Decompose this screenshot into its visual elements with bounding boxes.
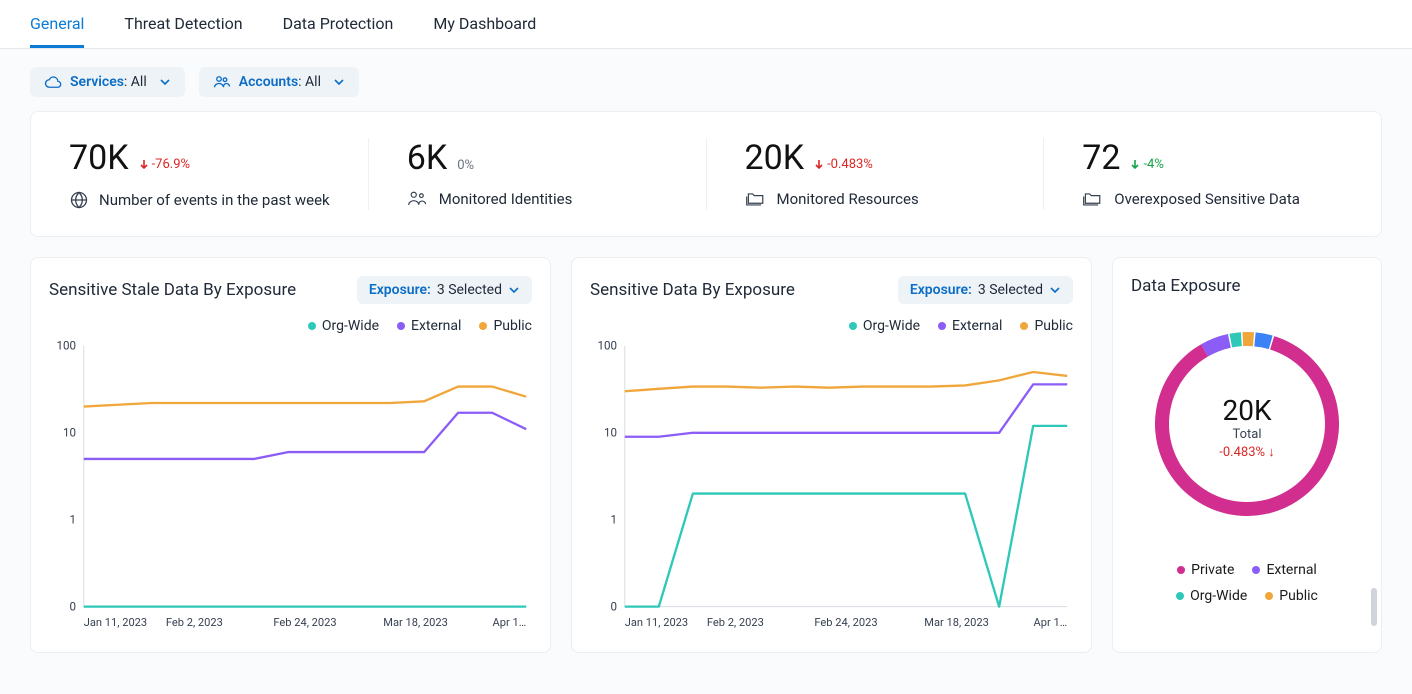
svg-text:Feb 24, 2023: Feb 24, 2023 bbox=[273, 616, 336, 629]
panel-sensitive-stale-title: Sensitive Stale Data By Exposure bbox=[49, 280, 296, 300]
filter-accounts[interactable]: Accounts: All bbox=[199, 67, 359, 97]
svg-text:0: 0 bbox=[611, 599, 618, 613]
kpi-events-delta: -76.9% bbox=[139, 157, 190, 172]
tab-bar: General Threat Detection Data Protection… bbox=[0, 0, 1412, 49]
folders-icon bbox=[745, 190, 767, 208]
identities-icon bbox=[407, 190, 429, 208]
panel-data-exposure-title: Data Exposure bbox=[1131, 276, 1363, 296]
svg-text:Apr 1…: Apr 1… bbox=[493, 616, 527, 629]
kpi-identities-label: Monitored Identities bbox=[439, 190, 573, 208]
panel-sensitive-data-title: Sensitive Data By Exposure bbox=[590, 280, 795, 300]
svg-text:100: 100 bbox=[57, 340, 77, 353]
kpi-events: 70K -76.9% Number of events in the past … bbox=[31, 138, 369, 210]
chart-sensitive-data: 0 1 10 100 Jan 11, 2023 Feb 2, 2023 Feb 24, 20… bbox=[590, 340, 1073, 634]
kpi-identities-delta: 0% bbox=[457, 158, 474, 173]
kpi-overexposed-delta: -4% bbox=[1130, 157, 1163, 172]
svg-text:Jan 11, 2023: Jan 11, 2023 bbox=[84, 616, 147, 629]
svg-text:20K: 20K bbox=[1222, 394, 1271, 427]
svg-text:10: 10 bbox=[63, 426, 76, 440]
chevron-down-icon bbox=[1049, 284, 1061, 296]
arrow-down-icon bbox=[139, 159, 149, 169]
tab-data-protection[interactable]: Data Protection bbox=[283, 0, 394, 48]
svg-text:Jan 11, 2023: Jan 11, 2023 bbox=[625, 616, 688, 629]
panel-data-exposure: Data Exposure 20KTotal -0.483% ↓ Private … bbox=[1112, 257, 1382, 653]
donut-chart: 20KTotal -0.483% ↓ bbox=[1131, 314, 1363, 534]
globe-icon bbox=[69, 190, 89, 210]
chevron-down-icon bbox=[159, 76, 171, 88]
kpi-identities: 6K 0% Monitored Identities bbox=[369, 138, 707, 210]
svg-text:Feb 24, 2023: Feb 24, 2023 bbox=[814, 616, 877, 629]
exposure-dropdown[interactable]: Exposure: 3 Selected bbox=[357, 276, 532, 304]
donut-legend: Private External Org-Wide Public bbox=[1131, 562, 1363, 604]
svg-text:Mar 18, 2023: Mar 18, 2023 bbox=[383, 616, 448, 629]
filter-services[interactable]: Services: All bbox=[30, 67, 185, 97]
svg-text:-0.483% ↓: -0.483% ↓ bbox=[1219, 445, 1275, 460]
kpi-overexposed-label: Overexposed Sensitive Data bbox=[1114, 190, 1300, 208]
kpi-card: 70K -76.9% Number of events in the past … bbox=[30, 111, 1382, 237]
chevron-down-icon bbox=[333, 76, 345, 88]
svg-text:Feb 2, 2023: Feb 2, 2023 bbox=[707, 616, 764, 629]
tab-threat-detection[interactable]: Threat Detection bbox=[124, 0, 242, 48]
kpi-identities-value: 6K bbox=[407, 138, 447, 178]
exposure-dropdown[interactable]: Exposure: 3 Selected bbox=[898, 276, 1073, 304]
svg-text:Total: Total bbox=[1232, 427, 1261, 442]
kpi-events-value: 70K bbox=[69, 138, 129, 178]
kpi-overexposed: 72 -4% Overexposed Sensitive Data bbox=[1044, 138, 1381, 210]
tab-my-dashboard[interactable]: My Dashboard bbox=[433, 0, 536, 48]
filter-bar: Services: All Accounts: All bbox=[0, 49, 1412, 111]
tab-general[interactable]: General bbox=[30, 0, 84, 48]
kpi-resources-delta: -0.483% bbox=[814, 157, 873, 172]
chart-sensitive-stale: 0 1 10 100 Jan 11, 2023 Feb 2, 2023 Feb 24, 20… bbox=[49, 340, 532, 634]
cloud-icon bbox=[44, 75, 62, 89]
chart-legend: Org-Wide External Public bbox=[49, 318, 532, 334]
arrow-down-icon bbox=[1130, 159, 1140, 169]
svg-text:1: 1 bbox=[611, 513, 618, 527]
kpi-resources: 20K -0.483% Monitored Resources bbox=[707, 138, 1045, 210]
users-icon bbox=[213, 75, 231, 89]
panel-sensitive-data: Sensitive Data By Exposure Exposure: 3 S… bbox=[571, 257, 1092, 653]
svg-text:1: 1 bbox=[70, 513, 77, 527]
svg-text:Apr 1…: Apr 1… bbox=[1034, 616, 1068, 629]
folders-icon bbox=[1082, 190, 1104, 208]
svg-text:0: 0 bbox=[70, 599, 77, 613]
chart-legend: Org-Wide External Public bbox=[590, 318, 1073, 334]
scrollbar-thumb[interactable] bbox=[1371, 588, 1377, 626]
svg-text:10: 10 bbox=[604, 426, 617, 440]
kpi-overexposed-value: 72 bbox=[1082, 138, 1120, 178]
svg-text:Feb 2, 2023: Feb 2, 2023 bbox=[166, 616, 223, 629]
svg-text:100: 100 bbox=[598, 340, 618, 353]
kpi-resources-value: 20K bbox=[745, 138, 805, 178]
arrow-down-icon bbox=[814, 159, 824, 169]
kpi-resources-label: Monitored Resources bbox=[777, 190, 919, 208]
kpi-events-label: Number of events in the past week bbox=[99, 191, 330, 209]
chevron-down-icon bbox=[508, 284, 520, 296]
svg-text:Mar 18, 2023: Mar 18, 2023 bbox=[924, 616, 989, 629]
panel-sensitive-stale: Sensitive Stale Data By Exposure Exposur… bbox=[30, 257, 551, 653]
